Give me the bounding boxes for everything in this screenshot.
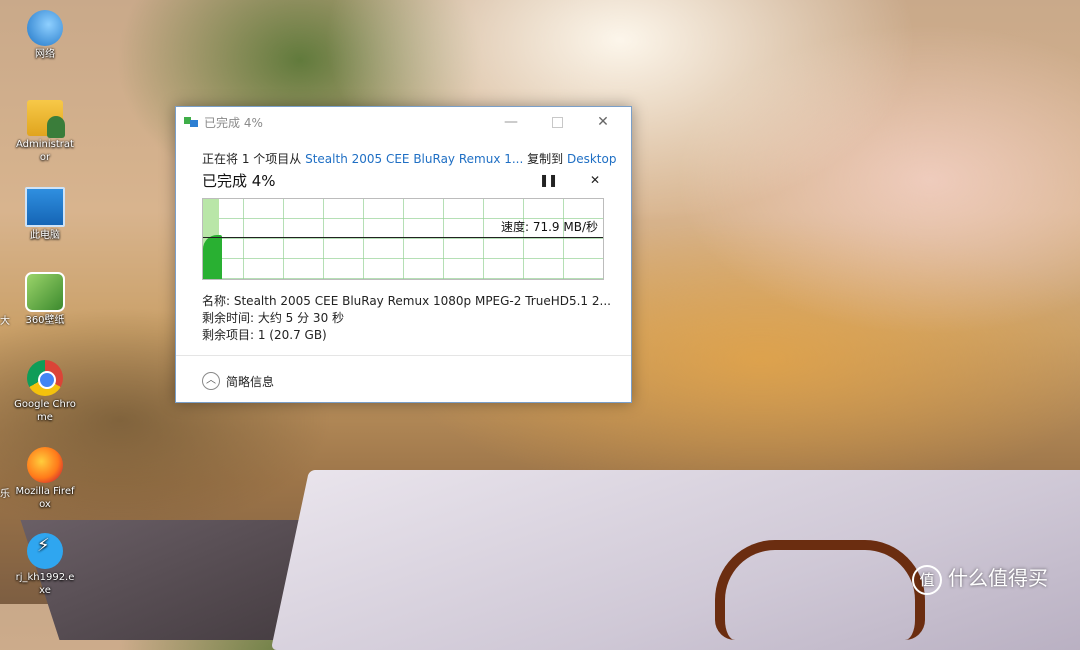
copy-description: 正在将 1 个项目从 Stealth 2005 CEE BluRay Remux… — [202, 150, 616, 167]
maximize-button[interactable] — [534, 107, 580, 137]
destination-link[interactable]: Desktop — [567, 152, 617, 166]
window-title: 已完成 4% — [204, 116, 263, 130]
wallpaper-glasses — [715, 540, 925, 640]
wallpaper-open-book — [270, 470, 1080, 650]
desktop-icon-firefox[interactable]: Mozilla Firefox — [14, 447, 76, 511]
speed-history-area — [203, 235, 222, 279]
file-copy-icon — [184, 117, 198, 127]
collapse-details-button[interactable]: ︿ — [202, 372, 220, 390]
desktop-icon-360-wallpaper[interactable]: 360壁纸 — [14, 272, 76, 327]
desktop-icon-label: 此电脑 — [30, 230, 60, 241]
watermark-text: 什么值得买 — [948, 566, 1048, 590]
current-speed-line — [203, 237, 603, 238]
network-icon — [27, 10, 63, 46]
paw-app-icon — [27, 533, 63, 569]
desktop-icon-label: Google Chrome — [14, 399, 76, 423]
speed-label: 速度: 71.9 MB/秒 — [500, 220, 598, 234]
maximize-icon — [551, 116, 563, 128]
stop-button[interactable]: ✕ — [586, 173, 604, 187]
desktop-icon-chrome[interactable]: Google Chrome — [14, 360, 76, 424]
360-wallpaper-icon — [25, 272, 65, 312]
desktop-icon-label: rj_kh1992.exe — [15, 572, 75, 596]
time-remaining-info: 剩余时间: 大约 5 分 30 秒 — [202, 311, 345, 325]
desktop-icon-label: Administrator — [16, 139, 74, 163]
copy-progress-dialog: 已完成 4% — ✕ 正在将 1 个项目从 Stealth 2005 CEE B… — [175, 106, 632, 403]
firefox-icon — [27, 447, 63, 483]
desktop-icon-administrator[interactable]: Administrator — [14, 100, 76, 164]
transfer-speed-graph: 速度: 71.9 MB/秒 — [202, 198, 604, 280]
minimize-button[interactable]: — — [488, 107, 534, 137]
items-remaining-info: 剩余项目: 1 (20.7 GB) — [202, 328, 327, 342]
title-bar[interactable]: 已完成 4% — ✕ — [176, 107, 631, 137]
desktop-icon-this-pc[interactable]: 此电脑 — [14, 187, 76, 242]
pause-button[interactable]: ❚❚ — [539, 173, 558, 187]
user-folder-icon — [27, 100, 65, 138]
watermark-badge: 值 — [912, 564, 942, 595]
desktop-icon-label: 网络 — [35, 49, 55, 60]
file-name-info: 名称: Stealth 2005 CEE BluRay Remux 1080p … — [202, 294, 611, 308]
copy-prefix-text: 正在将 1 个项目从 — [202, 152, 306, 166]
close-button[interactable]: ✕ — [580, 107, 626, 137]
computer-icon — [25, 187, 65, 227]
watermark: 值什么值得买 — [912, 562, 1048, 595]
desktop-icon-network[interactable]: 网络 — [14, 10, 76, 61]
collapse-details-label[interactable]: 简略信息 — [226, 373, 274, 390]
desktop-icon-label: 360壁纸 — [25, 315, 65, 326]
chrome-icon — [27, 360, 63, 396]
desktop-icon-rj-kh1992[interactable]: rj_kh1992.exe — [14, 533, 76, 597]
offscreen-icon-label: 大 — [0, 316, 10, 327]
desktop-icon-label: Mozilla Firefox — [15, 486, 75, 510]
source-folder-link[interactable]: Stealth 2005 CEE BluRay Remux 1... — [305, 152, 523, 166]
progress-percent-label: 已完成 4% — [202, 172, 276, 190]
offscreen-icon-label: 乐 — [0, 489, 10, 500]
copy-mid-text: 复制到 — [523, 152, 567, 166]
dialog-footer: ︿ 简略信息 — [176, 355, 631, 403]
